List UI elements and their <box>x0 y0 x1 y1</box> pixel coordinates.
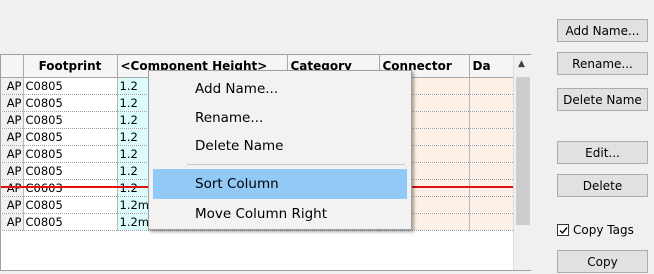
edit-button[interactable]: Edit... <box>557 141 648 164</box>
delete-button[interactable]: Delete <box>557 174 648 197</box>
menu-item-move-column-right[interactable]: Move Column Right <box>153 199 407 229</box>
context-menu: Add Name... Rename... Delete Name Sort C… <box>148 70 412 230</box>
column-header-footprint[interactable]: Footprint <box>23 55 118 78</box>
chevron-up-icon[interactable]: ▲ <box>518 59 525 69</box>
delete-name-button[interactable]: Delete Name <box>557 88 648 111</box>
column-header-row-marker[interactable] <box>1 55 24 78</box>
row-marker-cell[interactable]: AP <box>1 128 24 146</box>
row-marker-cell[interactable]: AP <box>1 111 24 129</box>
scrollbar-thumb[interactable] <box>516 77 530 225</box>
footprint-cell[interactable]: C0805 <box>23 111 118 129</box>
column-header-da[interactable]: Da <box>469 55 520 78</box>
footprint-cell[interactable]: C0805 <box>23 128 118 146</box>
menu-separator <box>187 164 405 165</box>
footprint-cell[interactable]: C0805 <box>23 145 118 163</box>
row-marker-cell[interactable]: AP <box>1 162 24 180</box>
menu-item-sort-column[interactable]: Sort Column <box>153 169 407 199</box>
footprint-cell[interactable]: C0805 <box>23 213 118 231</box>
row-marker-cell[interactable]: AP <box>1 94 24 112</box>
copy-button[interactable]: Copy <box>557 250 648 273</box>
da-cell[interactable] <box>469 213 520 231</box>
da-cell[interactable] <box>469 162 520 180</box>
add-name-button[interactable]: Add Name... <box>557 19 648 42</box>
checkmark-icon <box>559 227 568 235</box>
menu-item-delete-name[interactable]: Delete Name <box>153 131 407 161</box>
copy-tags-label: Copy Tags <box>573 223 634 237</box>
da-cell[interactable] <box>469 145 520 163</box>
rename-button[interactable]: Rename... <box>557 52 648 75</box>
row-marker-cell[interactable]: AP <box>1 213 24 231</box>
da-cell[interactable] <box>469 179 520 197</box>
footprint-cell[interactable]: C0805 <box>23 196 118 214</box>
menu-item-rename[interactable]: Rename... <box>153 103 407 133</box>
da-cell[interactable] <box>469 128 520 146</box>
row-marker-cell[interactable]: AP <box>1 179 24 197</box>
da-cell[interactable] <box>469 111 520 129</box>
row-marker-cell[interactable]: AP <box>1 145 24 163</box>
vertical-scrollbar[interactable]: ▲ <box>513 55 531 270</box>
footprint-cell[interactable]: C0805 <box>23 94 118 112</box>
copy-tags-checkbox[interactable] <box>557 224 569 236</box>
footprint-cell[interactable]: C0805 <box>23 162 118 180</box>
footprint-cell[interactable]: C0603 <box>23 179 118 197</box>
copy-tags-checkbox-row[interactable]: Copy Tags <box>557 223 634 237</box>
footprint-cell[interactable]: C0805 <box>23 77 118 95</box>
da-cell[interactable] <box>469 196 520 214</box>
da-cell[interactable] <box>469 77 520 95</box>
row-marker-cell[interactable]: AP <box>1 77 24 95</box>
row-marker-cell[interactable]: AP <box>1 196 24 214</box>
menu-item-add-name[interactable]: Add Name... <box>153 74 407 104</box>
da-cell[interactable] <box>469 94 520 112</box>
